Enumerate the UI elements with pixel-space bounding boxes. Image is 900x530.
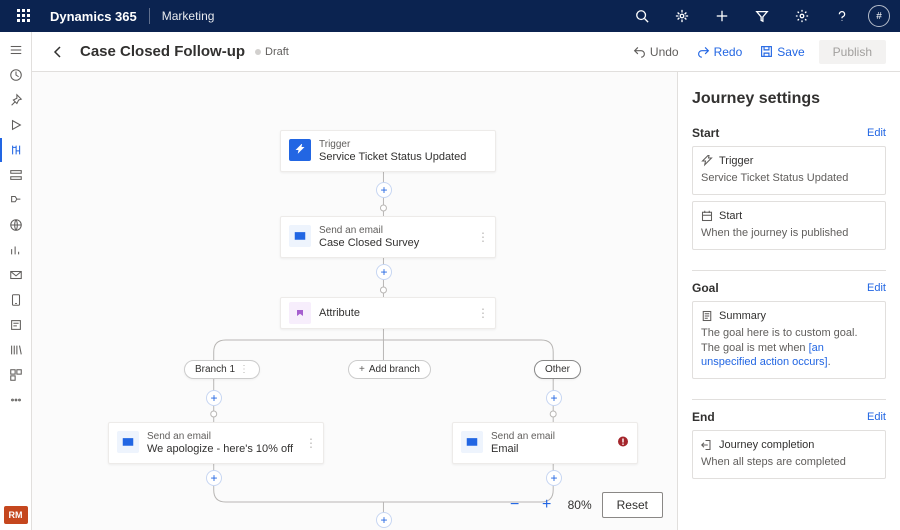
edit-link[interactable]: Edit [867, 411, 886, 423]
section-goal: Goal Edit Summary The goal here is to cu… [692, 270, 886, 392]
card-trigger: Trigger Service Ticket Status Updated [692, 146, 886, 195]
rail-globe-icon[interactable] [0, 213, 32, 237]
attribute-icon [289, 302, 311, 324]
email-icon [289, 225, 311, 247]
settings-icon[interactable] [788, 2, 816, 30]
add-icon[interactable] [708, 2, 736, 30]
page-title: Case Closed Follow-up [80, 43, 245, 60]
brand-divider [149, 8, 150, 24]
waffle-icon [17, 9, 31, 23]
email-icon [117, 431, 139, 453]
branch-more-icon[interactable]: ⋮ [239, 364, 249, 375]
rail-persona-badge[interactable]: RM [4, 506, 28, 524]
rail-pin-icon[interactable] [0, 88, 32, 112]
card-start: Start When the journey is published [692, 201, 886, 250]
node-label: Trigger [319, 139, 466, 150]
node-more-icon[interactable]: ⋮ [305, 436, 317, 450]
summary-icon [701, 310, 713, 322]
zoom-out-button[interactable]: − [504, 493, 526, 517]
error-icon [617, 436, 629, 451]
node-text: Service Ticket Status Updated [319, 151, 466, 163]
section-title: Goal [692, 281, 719, 295]
rail-device-icon[interactable] [0, 288, 32, 312]
card-goal: Summary The goal here is to custom goal.… [692, 301, 886, 380]
add-branch-button[interactable]: +Add branch [348, 360, 431, 379]
rail-form-icon[interactable] [0, 313, 32, 337]
save-button[interactable]: Save [756, 41, 808, 63]
card-end: Journey completion When all steps are co… [692, 430, 886, 479]
rail-chart-icon[interactable] [0, 238, 32, 262]
trigger-icon [289, 139, 311, 161]
global-nav-bar: Dynamics 365 Marketing # [0, 0, 900, 32]
node-more-icon[interactable]: ⋮ [477, 306, 489, 320]
rail-library-icon[interactable] [0, 338, 32, 362]
left-nav-rail: RM [0, 32, 32, 530]
edit-link[interactable]: Edit [867, 282, 886, 294]
avatar-initial: # [876, 11, 882, 22]
page-command-bar: Case Closed Follow-up Draft Undo Redo Sa… [32, 32, 900, 72]
node-label: Send an email [491, 431, 555, 442]
edit-link[interactable]: Edit [867, 127, 886, 139]
rail-menu-icon[interactable] [0, 38, 32, 62]
branch-pill-other[interactable]: Other [534, 360, 581, 379]
module-name[interactable]: Marketing [162, 9, 215, 23]
add-step-button[interactable]: + [376, 264, 392, 280]
rail-flow-icon[interactable] [0, 188, 32, 212]
journey-canvas[interactable]: Trigger Service Ticket Status Updated + … [32, 72, 678, 530]
node-text: We apologize - here's 10% off [147, 443, 293, 455]
node-label: Send an email [147, 431, 293, 442]
publish-button: Publish [819, 40, 886, 64]
back-button[interactable] [46, 40, 70, 64]
node-text: Case Closed Survey [319, 237, 419, 249]
rail-segment-icon[interactable] [0, 163, 32, 187]
user-avatar[interactable]: # [868, 5, 890, 27]
node-email-other[interactable]: Send an email Email [452, 422, 638, 464]
node-text: Attribute [319, 307, 360, 319]
zoom-level: 80% [568, 498, 592, 512]
rail-email-icon[interactable] [0, 263, 32, 287]
zoom-controls: − + 80% Reset [504, 492, 663, 518]
section-title: Start [692, 126, 719, 140]
node-text: Email [491, 443, 555, 455]
zoom-in-button[interactable]: + [536, 493, 558, 517]
settings-panel: Journey settings Start Edit Trigger Serv… [678, 72, 900, 530]
trigger-icon [701, 155, 713, 167]
undo-button[interactable]: Undo [629, 41, 683, 63]
rail-template-icon[interactable] [0, 363, 32, 387]
filter-icon[interactable] [748, 2, 776, 30]
search-icon[interactable] [628, 2, 656, 30]
exit-icon [701, 439, 713, 451]
zoom-reset-button[interactable]: Reset [602, 492, 663, 518]
add-step-button[interactable]: + [376, 512, 392, 528]
add-step-button[interactable]: + [546, 470, 562, 486]
node-email-apology[interactable]: Send an email We apologize - here's 10% … [108, 422, 324, 464]
add-step-button[interactable]: + [206, 390, 222, 406]
section-end: End Edit Journey completion When all ste… [692, 399, 886, 491]
add-step-button[interactable]: + [376, 182, 392, 198]
assistant-icon[interactable] [668, 2, 696, 30]
section-title: End [692, 410, 715, 424]
branch-pill-1[interactable]: Branch 1 ⋮ [184, 360, 260, 379]
node-attribute[interactable]: Attribute ⋮ [280, 297, 496, 329]
node-trigger[interactable]: Trigger Service Ticket Status Updated [280, 130, 496, 172]
help-icon[interactable] [828, 2, 856, 30]
node-more-icon[interactable]: ⋮ [477, 230, 489, 244]
panel-heading: Journey settings [692, 90, 886, 108]
add-step-button[interactable]: + [206, 470, 222, 486]
rail-recent-icon[interactable] [0, 63, 32, 87]
rail-journey-icon[interactable] [0, 138, 32, 162]
email-icon [461, 431, 483, 453]
status-badge: Draft [255, 46, 289, 58]
node-label: Send an email [319, 225, 419, 236]
add-step-button[interactable]: + [546, 390, 562, 406]
rail-more-icon[interactable] [0, 388, 32, 412]
goal-text: The goal here is to custom goal. The goa… [701, 326, 877, 371]
app-launcher-icon[interactable] [10, 2, 38, 30]
rail-play-icon[interactable] [0, 113, 32, 137]
calendar-icon [701, 210, 713, 222]
redo-button[interactable]: Redo [693, 41, 747, 63]
node-email-survey[interactable]: Send an email Case Closed Survey ⋮ [280, 216, 496, 258]
product-brand: Dynamics 365 [50, 9, 137, 24]
section-start: Start Edit Trigger Service Ticket Status… [692, 126, 886, 262]
